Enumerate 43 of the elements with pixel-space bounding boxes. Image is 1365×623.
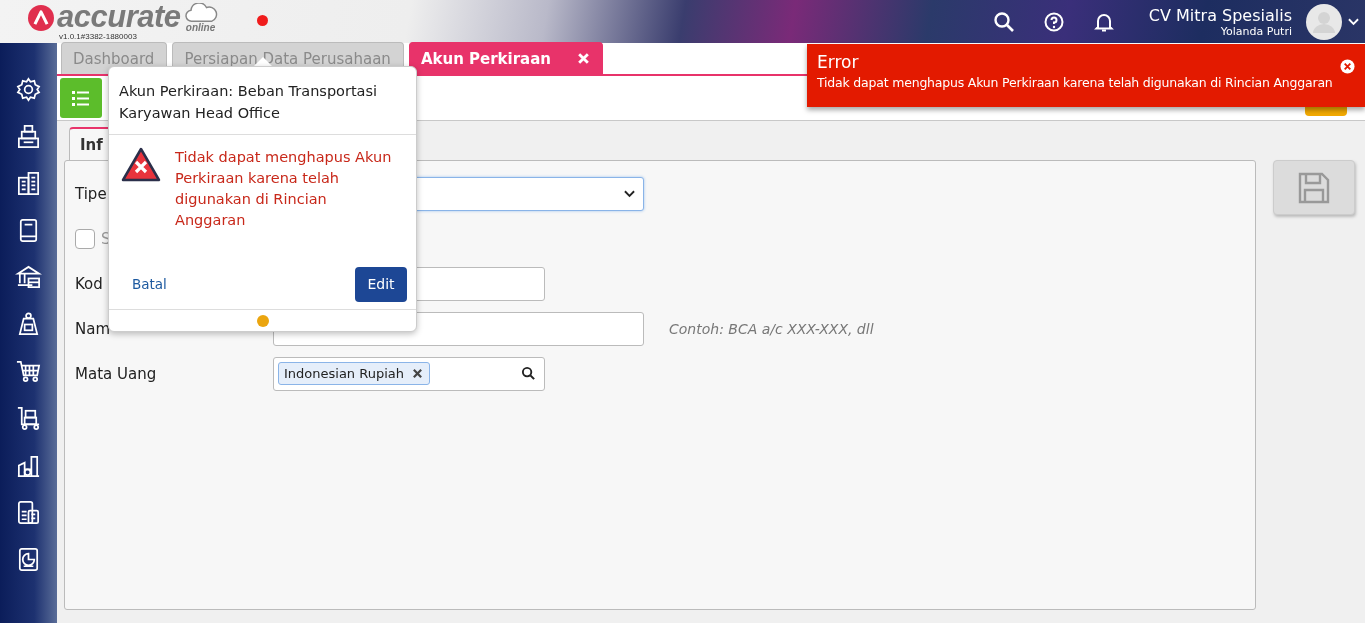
- chevron-down-icon: [624, 189, 635, 198]
- trolley-icon[interactable]: [15, 405, 42, 432]
- popover-message: Tidak dapat menghapus Akun Perkiraan karena telah digunakan di Rincian Anggaran: [175, 148, 393, 230]
- building-icon[interactable]: [15, 170, 42, 197]
- remove-icon[interactable]: [412, 368, 423, 379]
- cloud-icon: [183, 3, 218, 23]
- field-label: Mata Uang: [75, 365, 157, 383]
- checkbox[interactable]: [75, 228, 95, 249]
- logo-subtext: online: [185, 23, 216, 33]
- settings-icon[interactable]: [15, 76, 42, 103]
- company-name[interactable]: CV Mitra Spesialis: [1148, 5, 1292, 25]
- currency-tag: Indonesian Rupiah: [278, 362, 430, 385]
- search-icon[interactable]: [992, 10, 1015, 33]
- status-dot: [256, 314, 269, 327]
- version-text: v1.0.1#3382-1880003: [59, 32, 138, 41]
- close-icon[interactable]: [577, 52, 591, 65]
- register-icon[interactable]: [15, 123, 42, 150]
- user-name: Yolanda Putri: [1220, 24, 1292, 38]
- edit-button[interactable]: Edit: [355, 266, 407, 302]
- toast-title: Error: [817, 52, 860, 72]
- save-icon: [1297, 170, 1331, 205]
- logo-text: accurate: [57, 2, 181, 32]
- toast-message: Tidak dapat menghapus Akun Perkiraan karena telah digunakan di Rincian Anggaran: [817, 75, 1333, 90]
- cancel-link[interactable]: Batal: [132, 276, 167, 292]
- field-hint: Contoh: BCA a/c XXX-XXX, dll: [669, 320, 874, 337]
- bank-icon[interactable]: [15, 264, 42, 291]
- currency-field[interactable]: Indonesian Rupiah: [273, 356, 545, 391]
- field-label: Tipe: [75, 185, 107, 203]
- tab[interactable]: Akun Perkiraan: [408, 42, 604, 74]
- chevron-down-icon[interactable]: [1348, 17, 1359, 26]
- popover-title: Akun Perkiraan: Beban Transportasi Karyawan Head Office: [109, 67, 416, 135]
- search-icon[interactable]: [521, 366, 536, 381]
- close-icon[interactable]: [1340, 59, 1355, 74]
- list-icon: [71, 89, 91, 107]
- logo-icon: [28, 5, 54, 31]
- field-label: Kod: [75, 275, 103, 293]
- help-icon[interactable]: [1042, 10, 1065, 33]
- error-icon: [121, 147, 161, 183]
- field-label: Nam: [75, 320, 111, 338]
- status-dot: [257, 15, 268, 26]
- cart-icon[interactable]: [15, 358, 42, 385]
- avatar-icon[interactable]: [1306, 3, 1342, 40]
- tax-icon[interactable]: [15, 499, 42, 526]
